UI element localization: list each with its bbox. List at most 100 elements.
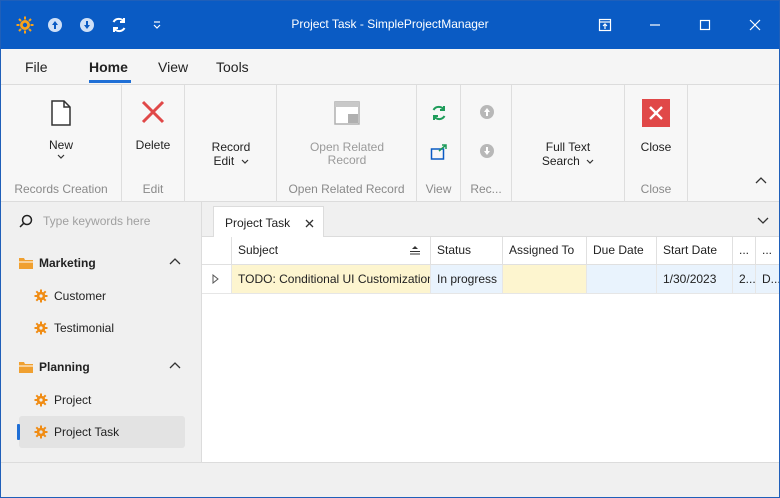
sidebar-item-project-task[interactable]: Project Task (19, 416, 185, 448)
folder-icon (19, 362, 33, 373)
delete-button[interactable]: Delete (124, 99, 182, 152)
chevron-down-icon (241, 159, 248, 164)
cell-truncated[interactable]: 2... (733, 265, 756, 294)
folder-icon (19, 258, 33, 269)
new-button-label: New (48, 138, 73, 152)
ribbon-group-label: Records Creation (14, 182, 108, 196)
open-related-record-button[interactable]: Open Related Record (297, 99, 397, 167)
minimize-icon[interactable] (643, 13, 667, 37)
cell-due-date[interactable] (587, 265, 657, 294)
chevron-up-icon (755, 177, 767, 184)
delete-icon (141, 100, 165, 124)
nav-group-label: Planning (39, 360, 90, 374)
column-header-truncated[interactable]: ... (733, 237, 756, 265)
next-record-button[interactable] (477, 143, 497, 163)
arrow-up-icon (480, 105, 494, 119)
ribbon: New Records Creation Delete Edit Record … (1, 85, 779, 202)
tab-tools[interactable]: Tools (216, 59, 249, 75)
collapse-ribbon-button[interactable] (755, 173, 767, 187)
search-input[interactable]: Type keywords here (43, 214, 150, 228)
cell-assigned-to[interactable] (503, 265, 587, 294)
ribbon-group-search: Full Text Search (512, 85, 625, 202)
sidebar-search[interactable]: Type keywords here (19, 214, 150, 228)
search-icon (19, 214, 33, 228)
data-grid: Subject Status Assigned To Due Date Star… (202, 237, 779, 462)
open-in-window-icon (430, 144, 447, 160)
sidebar-item-label: Project Task (54, 425, 120, 439)
selection-indicator (17, 424, 20, 440)
ribbon-group-records-creation: New Records Creation (1, 85, 122, 202)
full-text-search-button[interactable]: Full Text Search (530, 141, 606, 168)
nav-group-planning[interactable]: Planning (19, 357, 183, 377)
nav-group-marketing[interactable]: Marketing (19, 253, 183, 273)
gear-icon (34, 425, 48, 439)
ribbon-group-label: Rec... (470, 182, 502, 196)
ribbon-group-close: Close Close (625, 85, 688, 202)
cell-truncated[interactable]: D... (756, 265, 779, 294)
open-related-label-line2: Record (327, 153, 367, 167)
column-header-start-date[interactable]: Start Date (657, 237, 733, 265)
close-button-label: Close (640, 140, 672, 154)
sidebar-item-customer[interactable]: Customer (19, 280, 185, 312)
record-edit-button[interactable]: Record Edit (195, 141, 267, 168)
document-list-dropdown[interactable] (757, 214, 769, 228)
gear-icon (34, 321, 48, 335)
cell-start-date[interactable]: 1/30/2023 (657, 265, 733, 294)
document-area: Project Task Subject Status Assigned To … (202, 202, 779, 462)
chevron-down-icon (757, 217, 769, 224)
ribbon-group-label: Open Related Record (288, 182, 405, 196)
close-window-icon[interactable] (743, 13, 767, 37)
close-view-icon (642, 99, 670, 127)
record-edit-label-line2: Edit (213, 154, 235, 168)
ribbon-tabs: File Home View Tools (1, 49, 779, 85)
close-tab-button[interactable] (305, 217, 314, 231)
column-header-status[interactable]: Status (431, 237, 503, 265)
ribbon-group-label: View (425, 182, 452, 196)
chevron-down-icon (57, 154, 65, 159)
chevron-up-icon (169, 362, 181, 369)
row-expand-button[interactable] (202, 265, 232, 294)
document-tabstrip: Project Task (202, 202, 779, 238)
delete-button-label: Delete (135, 138, 171, 152)
sidebar-item-label: Project (54, 393, 92, 407)
previous-record-button[interactable] (477, 104, 497, 124)
chevron-up-icon (169, 258, 181, 265)
ribbon-group-open-related-record: Open Related Record Open Related Record (277, 85, 417, 202)
chevron-down-icon (586, 159, 594, 164)
ribbon-group-label: Edit (142, 182, 164, 196)
tab-view[interactable]: View (158, 59, 188, 75)
sort-icon (410, 246, 420, 255)
gear-icon (34, 393, 48, 407)
status-bar (1, 462, 779, 497)
tab-home[interactable]: Home (89, 59, 128, 75)
cell-subject[interactable]: TODO: Conditional UI Customization (232, 265, 431, 294)
gear-icon (34, 289, 48, 303)
search-label-line1: Full Text (545, 140, 591, 154)
open-related-record-icon (334, 101, 360, 125)
refresh-view-button[interactable] (429, 104, 449, 124)
sidebar-item-project[interactable]: Project (19, 384, 185, 416)
close-button[interactable]: Close (627, 99, 685, 154)
record-edit-label-line1: Record (211, 140, 251, 154)
pin-icon[interactable] (593, 13, 617, 37)
new-document-icon (51, 100, 71, 126)
arrow-down-icon (480, 144, 494, 158)
ribbon-group-record-edit: Record Edit (185, 85, 277, 202)
sidebar-item-label: Customer (54, 289, 107, 303)
expand-row-icon (212, 273, 219, 285)
ribbon-group-record-navigation: Rec... (461, 85, 512, 202)
cell-status[interactable]: In progress (431, 265, 503, 294)
column-header-assigned-to[interactable]: Assigned To (503, 237, 587, 265)
tab-file[interactable]: File (25, 59, 48, 75)
sidebar-item-testimonial[interactable]: Testimonial (19, 312, 185, 344)
column-header-truncated[interactable]: ... (756, 237, 779, 265)
ribbon-group-edit: Delete Edit (122, 85, 185, 202)
refresh-icon (432, 105, 446, 121)
ribbon-group-label: Close (640, 182, 672, 196)
document-tab-project-task[interactable]: Project Task (213, 206, 324, 238)
new-button[interactable]: New (31, 99, 91, 160)
column-header-subject[interactable]: Subject (232, 237, 431, 265)
maximize-icon[interactable] (693, 13, 717, 37)
column-header-due-date[interactable]: Due Date (587, 237, 657, 265)
show-in-window-button[interactable] (429, 143, 449, 163)
